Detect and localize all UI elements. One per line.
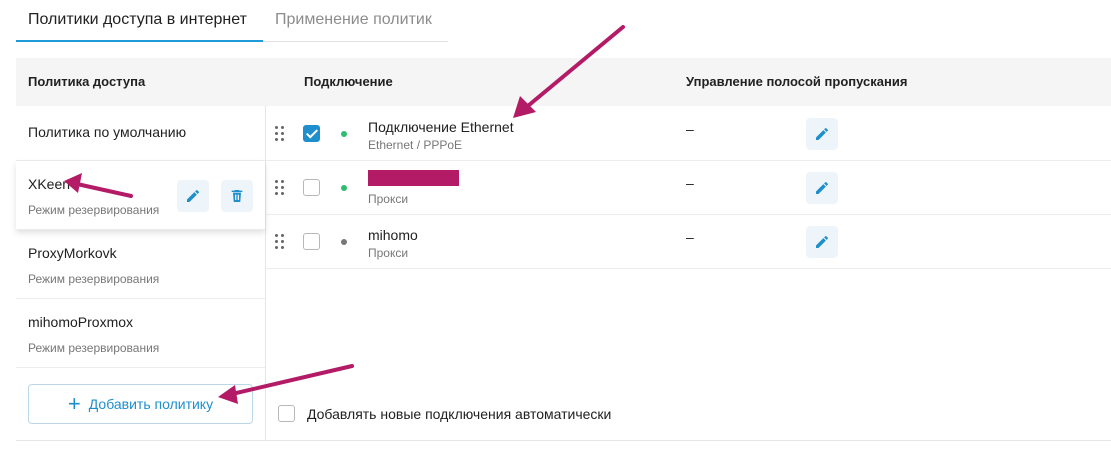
policy-item-proxymorkovk[interactable]: ProxyMorkovk Режим резервирования (16, 230, 265, 299)
bandwidth-value: – (686, 121, 694, 137)
trash-icon (231, 190, 243, 202)
edit-policy-button[interactable] (177, 180, 209, 212)
connection-name: mihomo (368, 227, 418, 243)
drag-handle-icon[interactable] (275, 126, 285, 142)
pencil-icon (816, 181, 829, 194)
tab-internet-access-policies[interactable]: Политики доступа в интернет (28, 11, 247, 29)
connection-checkbox[interactable] (303, 233, 320, 250)
pencil-icon (816, 127, 829, 140)
tab-apply-policies[interactable]: Применение политик (275, 11, 432, 29)
connection-type: Ethernet / PPPoE (368, 138, 463, 152)
auto-add-connections[interactable]: Добавлять новые подключения автоматическ… (278, 405, 611, 422)
redacted-connection-name (368, 170, 459, 186)
connection-checkbox[interactable] (303, 179, 320, 196)
auto-add-checkbox[interactable] (278, 405, 295, 422)
pencil-icon (816, 235, 829, 248)
plus-icon: + (67, 391, 81, 416)
bandwidth-value: – (686, 229, 694, 245)
policy-mode: Режим резервирования (28, 272, 160, 286)
bottom-divider (16, 440, 1111, 441)
policy-name: ProxyMorkovk (28, 245, 117, 261)
policy-mode: Режим резервирования (28, 203, 160, 217)
policy-name: XKeen (28, 176, 71, 192)
column-header-bandwidth: Управление полосой пропускания (686, 74, 908, 89)
pencil-icon (187, 189, 200, 202)
policy-item-mihomoproxmox[interactable]: mihomoProxmox Режим резервирования (16, 299, 265, 368)
active-tab-indicator (16, 40, 263, 42)
status-disconnected-icon (341, 239, 347, 245)
drag-handle-icon[interactable] (275, 180, 285, 196)
sidebar-header-label: Политика доступа (28, 74, 146, 89)
connections-table-header: Подключение Управление полосой пропускан… (265, 58, 1111, 106)
connection-checkbox[interactable] (303, 125, 320, 142)
connection-row: mihomo Прокси – (265, 215, 1111, 269)
add-policy-label: Добавить политику (88, 396, 214, 412)
edit-connection-button[interactable] (806, 172, 838, 204)
column-header-connection: Подключение (304, 74, 393, 89)
sidebar-header: Политика доступа (16, 58, 265, 106)
connection-type: Прокси (368, 192, 409, 206)
drag-handle-icon[interactable] (275, 234, 285, 250)
policy-item-xkeen[interactable]: XKeen Режим резервирования (16, 161, 265, 230)
connection-name: Подключение Ethernet (368, 119, 514, 135)
connection-type: Прокси (368, 246, 409, 260)
connection-row: Прокси – (265, 161, 1111, 215)
policy-sidebar: Политика доступа Политика по умолчанию X… (16, 58, 265, 440)
policy-item-default[interactable]: Политика по умолчанию (16, 106, 265, 161)
policy-mode: Режим резервирования (28, 341, 160, 355)
auto-add-label: Добавлять новые подключения автоматическ… (307, 405, 612, 422)
bandwidth-value: – (686, 175, 694, 191)
policy-name: mihomoProxmox (28, 314, 134, 330)
status-connected-icon (341, 185, 347, 191)
delete-policy-button[interactable] (221, 180, 253, 212)
edit-connection-button[interactable] (806, 118, 838, 150)
add-policy-button[interactable]: + Добавить политику (28, 384, 253, 424)
status-connected-icon (341, 131, 347, 137)
tab-bar: Политики доступа в интернет Применение п… (16, 0, 448, 42)
connection-row: Подключение Ethernet Ethernet / PPPoE – (265, 107, 1111, 161)
edit-connection-button[interactable] (806, 226, 838, 258)
policy-name: Политика по умолчанию (28, 124, 187, 140)
